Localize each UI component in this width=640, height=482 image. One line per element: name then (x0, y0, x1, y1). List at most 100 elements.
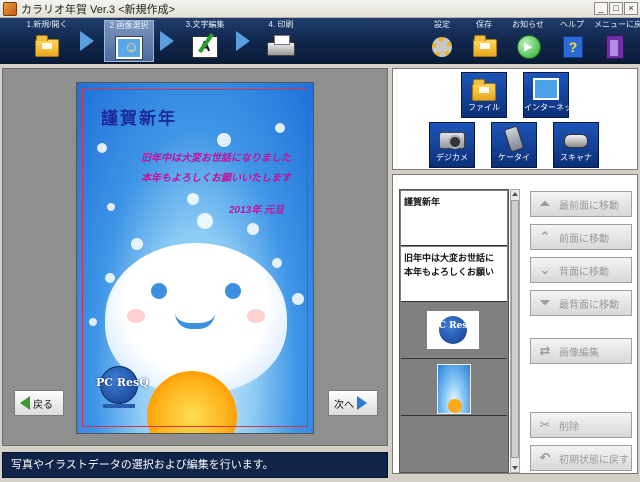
info-label: お知らせ (512, 20, 544, 29)
edit-image-button[interactable]: ⇄ 画像編集 (530, 338, 632, 364)
layer-thumbnail-logo: PC ResQ (427, 311, 479, 349)
source-internet-button[interactable]: インターネット (523, 72, 580, 118)
save-button[interactable]: 保存 (464, 20, 504, 62)
arrow-right-icon (357, 396, 367, 410)
chevron-right-icon (160, 31, 174, 51)
status-bar: 写真やイラストデータの選択および編集を行います。 (2, 452, 388, 478)
layer-thumbnail-card (437, 364, 471, 414)
info-button[interactable]: お知らせ (508, 20, 548, 62)
chevron-down-icon: ⌄ (539, 262, 551, 277)
image-source-panel: ファイル インターネット デジカメ ケータイ スキャナ (392, 68, 638, 170)
back-to-menu-button[interactable]: メニューに戻る (594, 20, 640, 62)
step-label: 2.画像選択 (109, 21, 149, 30)
step-text-edit[interactable]: 3.文字編集 A (180, 20, 230, 62)
layer-thumbnail-text: PC ResQ (432, 321, 476, 331)
settings-icon (428, 32, 456, 60)
source-scanner-button[interactable]: スキャナ (553, 122, 599, 168)
reset-label: 初期状態に戻す (559, 454, 629, 466)
arrow-left-icon (20, 396, 30, 410)
save-label: 保存 (476, 20, 492, 29)
window-title: カラリオ年賀 Ver.3 <新規作成> (21, 3, 176, 16)
scroll-down-icon[interactable] (512, 466, 518, 470)
source-camera-label: デジカメ (436, 153, 468, 162)
layer-panel: 謹賀新年 旧年中は大変お世話に 本年もよろしくお願い PC ResQ ⏶ 最前面… (392, 174, 638, 474)
layer-text-line: 本年もよろしくお願い (404, 267, 495, 277)
camera-icon (437, 126, 467, 152)
edit-image-label: 画像編集 (559, 347, 599, 359)
logo-bar (103, 404, 135, 408)
back-button[interactable]: 戻る (14, 390, 64, 416)
source-internet-label: インターネット (524, 103, 580, 112)
bring-forward-button[interactable]: ⌃ 前面に移動 (530, 224, 632, 250)
send-backward-label: 背面に移動 (559, 266, 609, 278)
source-phone-button[interactable]: ケータイ (491, 122, 537, 168)
folder-icon (32, 32, 62, 60)
next-button[interactable]: 次へ (328, 390, 378, 416)
layer-scrollbar[interactable] (510, 189, 520, 473)
text-edit-icon: A (190, 32, 220, 60)
chevron-right-icon (80, 31, 94, 51)
chevron-up-icon: ⌃ (539, 229, 551, 244)
delete-button[interactable]: ✂ 削除 (530, 412, 632, 438)
edit-image-icon: ⇄ (539, 343, 551, 358)
layer-list[interactable]: 謹賀新年 旧年中は大変お世話に 本年もよろしくお願い PC ResQ (399, 189, 509, 473)
back-to-menu-label: メニューに戻る (594, 20, 640, 29)
greeting-card-preview[interactable]: 謹賀新年 旧年中は大変お世話になりました 本年もよろしくお願いいたします 201… (76, 82, 314, 434)
source-camera-button[interactable]: デジカメ (429, 122, 475, 168)
step-label: 1.新規/開く (26, 20, 68, 29)
printer-icon (266, 32, 296, 60)
send-to-back-label: 最背面に移動 (559, 299, 619, 311)
help-button[interactable]: ヘルプ ? (552, 20, 592, 62)
double-chevron-down-icon: ⏷ (539, 295, 551, 310)
settings-button[interactable]: 設定 (422, 20, 462, 62)
chevron-right-icon (236, 31, 250, 51)
scanner-icon (561, 126, 591, 152)
layer-item[interactable] (401, 360, 507, 416)
title-bar: カラリオ年賀 Ver.3 <新規作成> _ □ × (0, 0, 640, 18)
phone-icon (499, 125, 529, 153)
help-label: ヘルプ (560, 20, 584, 29)
toolbar: 1.新規/開く 2.画像選択 3.文字編集 A 4. 印刷 設定 保存 お知らせ… (0, 18, 640, 64)
bring-forward-label: 前面に移動 (559, 233, 609, 245)
delete-icon: ✂ (539, 417, 551, 432)
layer-item[interactable]: 旧年中は大変お世話に 本年もよろしくお願い (401, 247, 507, 302)
image-select-icon (114, 33, 144, 61)
step-label: 4. 印刷 (268, 20, 294, 29)
bring-to-front-label: 最前面に移動 (559, 200, 619, 212)
minimize-button[interactable]: _ (594, 2, 608, 15)
exit-icon (600, 32, 628, 60)
layer-item[interactable]: PC ResQ (401, 303, 507, 359)
source-phone-label: ケータイ (498, 153, 530, 162)
card-greeting-line-2[interactable]: 本年もよろしくお願いいたします (141, 169, 291, 184)
layer-item[interactable]: 謹賀新年 (401, 191, 507, 246)
card-greeting-line-1[interactable]: 旧年中は大変お世話になりました (141, 149, 291, 164)
back-label: 戻る (33, 399, 53, 411)
window-controls: _ □ × (594, 2, 638, 15)
double-chevron-up-icon: ⏶ (539, 196, 551, 211)
layer-text-line: 旧年中は大変お世話に (404, 253, 495, 263)
card-title[interactable]: 謹賀新年 (101, 104, 177, 129)
send-to-back-button[interactable]: ⏷ 最背面に移動 (530, 290, 632, 316)
info-icon (514, 32, 542, 60)
card-date[interactable]: 2013年 元旦 (229, 201, 284, 216)
step-print[interactable]: 4. 印刷 (256, 20, 306, 62)
next-label: 次へ (334, 399, 354, 411)
bring-to-front-button[interactable]: ⏶ 最前面に移動 (530, 191, 632, 217)
source-file-button[interactable]: ファイル (461, 72, 507, 118)
reset-button[interactable]: ↶ 初期状態に戻す (530, 445, 632, 471)
step-new-open[interactable]: 1.新規/開く (22, 20, 72, 62)
step-image-select[interactable]: 2.画像選択 (104, 20, 154, 62)
internet-icon (531, 76, 561, 102)
source-scanner-label: スキャナ (560, 153, 592, 162)
maximize-button[interactable]: □ (609, 2, 623, 15)
layer-text-line: 謹賀新年 (404, 197, 441, 207)
logo-text: PC ResQ (96, 376, 149, 389)
step-label: 3.文字編集 (185, 20, 225, 29)
folder-icon (469, 76, 499, 102)
scroll-thumb[interactable] (511, 200, 519, 458)
close-button[interactable]: × (624, 2, 638, 15)
app-icon (3, 1, 17, 16)
scroll-up-icon[interactable] (512, 192, 518, 196)
reset-icon: ↶ (539, 450, 551, 465)
send-backward-button[interactable]: ⌄ 背面に移動 (530, 257, 632, 283)
